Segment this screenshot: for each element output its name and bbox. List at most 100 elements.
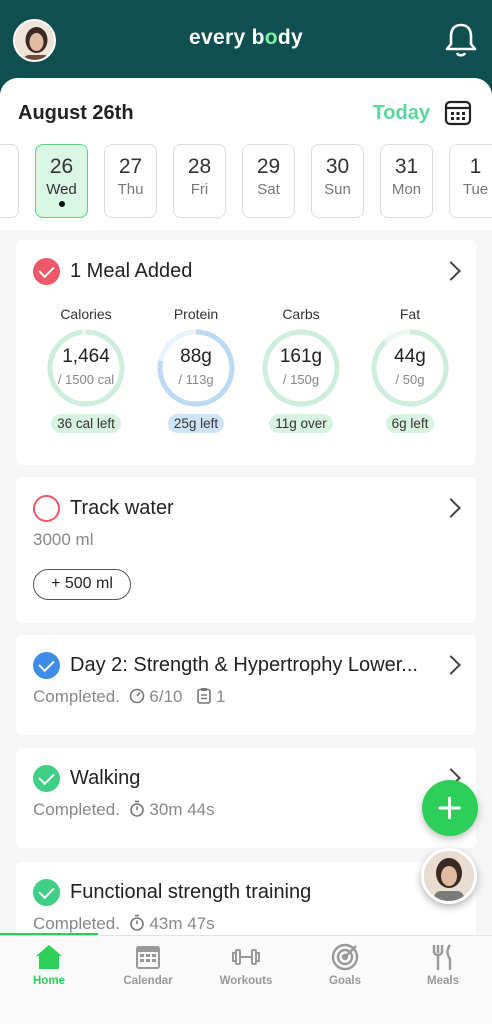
walking-title: Walking <box>70 767 141 789</box>
day-name: Sun <box>324 181 351 198</box>
macro-summary: Calories 1,464 / 1500 cal 36 cal left Pr… <box>16 306 476 436</box>
workout-meta: Completed. 6/10 1 <box>33 687 225 707</box>
home-icon <box>34 942 64 972</box>
bottom-nav: Home Calendar Workouts Goals Meals <box>0 935 492 1024</box>
day-26[interactable]: 26 Wed <box>35 144 88 218</box>
macro-total: / 113g <box>178 372 214 387</box>
nav-label: Home <box>33 975 65 987</box>
chevron-right-icon[interactable] <box>441 655 461 675</box>
day-number: 31 <box>394 155 419 178</box>
day-name: Thu <box>117 181 144 198</box>
macro-remaining-badge: 11g over <box>269 414 333 433</box>
nav-goals[interactable]: Goals <box>296 936 394 1006</box>
notifications-bell-icon[interactable] <box>444 22 478 58</box>
water-amount: 3000 ml <box>33 530 94 549</box>
clipboard-icon <box>197 688 212 704</box>
macro-value: 88g <box>180 346 212 367</box>
fork-knife-icon <box>428 942 458 972</box>
day-29[interactable]: 29 Sat <box>242 144 295 218</box>
add-entry-fab[interactable] <box>422 780 478 836</box>
workout-check-icon <box>33 652 60 679</box>
nav-workouts[interactable]: Workouts <box>197 936 295 1006</box>
macro-remaining-badge: 6g left <box>385 414 435 433</box>
workout-title: Day 2: Strength & Hypertrophy Lower... <box>70 654 418 676</box>
functional-title: Functional strength training <box>70 881 312 903</box>
day-prev[interactable] <box>0 144 19 218</box>
meals-title: 1 Meal Added <box>70 260 193 282</box>
nav-label: Workouts <box>219 975 273 987</box>
day-strip: 26 Wed 27 Thu 28 Fri 29 Sat 30 Sun 31 Mon 1 Tu… <box>0 144 492 218</box>
coach-chat-head[interactable] <box>421 848 477 904</box>
nav-home[interactable]: Home <box>0 936 98 1006</box>
macro-ring: 1,464 / 1500 cal <box>46 328 126 408</box>
macro-label: Protein <box>173 306 219 322</box>
day-1[interactable]: 1 Tue <box>449 144 492 218</box>
macro-remaining-badge: 36 cal left <box>51 414 121 433</box>
app-logo: every body <box>189 26 303 49</box>
stopwatch-icon <box>129 800 144 817</box>
functional-meta: Completed. 43m 47s <box>33 914 215 934</box>
day-28[interactable]: 28 Fri <box>173 144 226 218</box>
macro-protein: Protein 88g / 113g 25g left <box>146 306 246 433</box>
day-name: Tue <box>462 181 489 198</box>
day-number: 1 <box>469 155 482 178</box>
day-number: 28 <box>187 155 212 178</box>
day-27[interactable]: 27 Thu <box>104 144 157 218</box>
chevron-right-icon[interactable] <box>441 261 461 281</box>
has-entries-dot <box>58 201 65 207</box>
effort-gauge-icon <box>129 688 144 704</box>
day-number: 29 <box>256 155 281 178</box>
macro-value: 44g <box>394 346 426 367</box>
day-name: Wed <box>46 181 77 198</box>
meal-check-icon <box>33 258 60 285</box>
chevron-right-icon[interactable] <box>441 498 461 518</box>
workout-status: Completed. <box>33 687 120 706</box>
content-sheet: August 26th Today 26 Wed 27 Thu 28 Fri 29 S… <box>0 78 492 1024</box>
calendar-icon[interactable] <box>444 99 472 127</box>
day-31[interactable]: 31 Mon <box>380 144 433 218</box>
macro-value: 1,464 <box>62 346 110 367</box>
day-name: Sat <box>257 181 280 198</box>
macro-label: Calories <box>60 306 112 322</box>
macro-calories: Calories 1,464 / 1500 cal 36 cal left <box>36 306 136 433</box>
stopwatch-icon <box>129 914 144 931</box>
day-30[interactable]: 30 Sun <box>311 144 364 218</box>
today-button[interactable]: Today <box>373 102 430 125</box>
selected-date-title: August 26th <box>18 102 134 124</box>
water-title: Track water <box>70 497 174 519</box>
water-unchecked-icon[interactable] <box>33 495 60 522</box>
macro-ring: 88g / 113g <box>156 328 236 408</box>
workout-notes-count: 1 <box>215 687 226 706</box>
meals-card[interactable]: 1 Meal Added Calories 1,464 / 1500 cal 3… <box>16 240 476 465</box>
nav-calendar[interactable]: Calendar <box>99 936 197 1006</box>
target-icon <box>330 942 360 972</box>
nav-label: Calendar <box>123 975 173 987</box>
macro-carbs: Carbs 161g / 150g 11g over <box>251 306 351 433</box>
macro-total: / 50g <box>395 372 425 387</box>
walking-meta: Completed. 30m 44s <box>33 800 215 820</box>
day-number: 26 <box>49 155 74 178</box>
walking-check-icon <box>33 765 60 792</box>
functional-duration: 43m 47s <box>149 914 215 933</box>
nav-label: Meals <box>427 975 459 987</box>
day-name: Fri <box>190 181 209 198</box>
macro-total: / 150g <box>282 372 320 387</box>
add-water-button[interactable]: + 500 ml <box>33 569 131 600</box>
top-bar: every body <box>0 0 492 80</box>
day-number: 30 <box>325 155 350 178</box>
functional-status: Completed. <box>33 914 120 933</box>
water-card[interactable]: Track water 3000 ml + 500 ml <box>16 477 476 623</box>
macro-label: Carbs <box>282 306 320 322</box>
macro-value: 161g <box>279 346 323 367</box>
nav-meals[interactable]: Meals <box>394 936 492 1006</box>
day-name: Mon <box>391 181 422 198</box>
macro-fat: Fat 44g / 50g 6g left <box>360 306 460 433</box>
macro-ring: 44g / 50g <box>370 328 450 408</box>
macro-remaining-badge: 25g left <box>167 414 225 433</box>
macro-label: Fat <box>399 306 421 322</box>
walking-card[interactable]: Walking Completed. 30m 44s <box>16 748 476 848</box>
macro-ring: 161g / 150g <box>261 328 341 408</box>
workout-score: 6/10 <box>149 687 183 706</box>
workout-card[interactable]: Day 2: Strength & Hypertrophy Lower... C… <box>16 635 476 735</box>
walking-duration: 30m 44s <box>149 800 215 819</box>
